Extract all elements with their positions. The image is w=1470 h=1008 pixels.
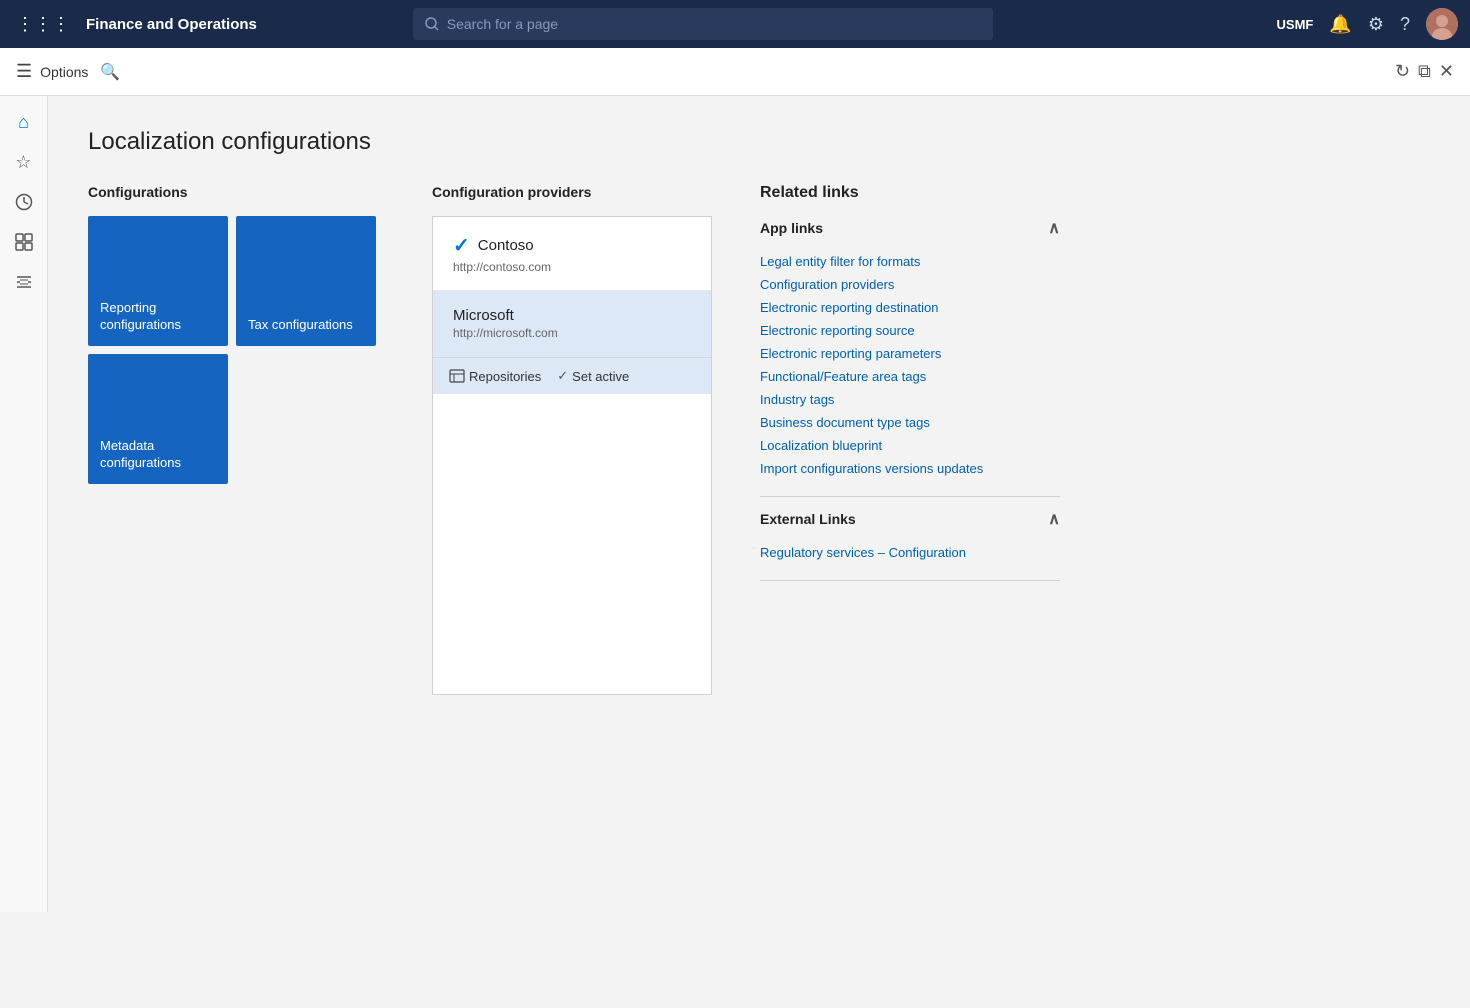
configurations-section: Configurations Reporting configurations … bbox=[88, 184, 408, 484]
search-icon bbox=[425, 17, 439, 31]
link-er-parameters[interactable]: Electronic reporting parameters bbox=[760, 342, 1060, 365]
app-grid-icon[interactable]: ⋮⋮⋮ bbox=[12, 10, 74, 39]
sidebar-item-home[interactable]: ⌂ bbox=[6, 104, 42, 140]
external-links-group-title[interactable]: External Links ∧ bbox=[760, 509, 1060, 529]
provider-contoso[interactable]: ✓ Contoso http://contoso.com bbox=[433, 217, 711, 291]
link-legal-entity[interactable]: Legal entity filter for formats bbox=[760, 250, 1060, 273]
options-bar: ☰ Options 🔍 ↻ ⧉ ✕ bbox=[0, 48, 1470, 96]
providers-title: Configuration providers bbox=[432, 184, 712, 200]
page-title: Localization configurations bbox=[88, 128, 1430, 156]
app-title: Finance and Operations bbox=[86, 16, 257, 33]
links-divider bbox=[760, 496, 1060, 497]
options-bar-controls: ↻ ⧉ ✕ bbox=[1395, 61, 1454, 82]
provider-microsoft-url: http://microsoft.com bbox=[453, 326, 691, 340]
provider-microsoft-name: Microsoft bbox=[453, 307, 691, 324]
link-er-destination[interactable]: Electronic reporting destination bbox=[760, 296, 1060, 319]
provider-list: ✓ Contoso http://contoso.com Microsoft h… bbox=[432, 216, 712, 695]
repositories-icon bbox=[449, 368, 465, 384]
related-links-title: Related links bbox=[760, 184, 1060, 202]
company-label: USMF bbox=[1277, 17, 1314, 32]
external-links-collapse-icon[interactable]: ∧ bbox=[1048, 509, 1060, 529]
close-icon[interactable]: ✕ bbox=[1439, 61, 1454, 82]
top-navbar: ⋮⋮⋮ Finance and Operations USMF 🔔 ⚙ ? bbox=[0, 0, 1470, 48]
app-links-group-title[interactable]: App links ∧ bbox=[760, 218, 1060, 238]
help-icon[interactable]: ? bbox=[1400, 14, 1410, 35]
provider-list-empty-area bbox=[433, 394, 711, 694]
provider-contoso-name: ✓ Contoso bbox=[453, 233, 691, 258]
link-er-source[interactable]: Electronic reporting source bbox=[760, 319, 1060, 342]
configurations-title: Configurations bbox=[88, 184, 408, 200]
refresh-icon[interactable]: ↻ bbox=[1395, 61, 1410, 82]
search-input[interactable] bbox=[447, 16, 981, 32]
set-active-check-icon: ✓ bbox=[557, 368, 568, 384]
active-check-icon: ✓ bbox=[453, 233, 470, 258]
link-regulatory-services[interactable]: Regulatory services – Configuration bbox=[760, 541, 1060, 564]
sidebar-item-workspaces[interactable] bbox=[6, 224, 42, 260]
tile-tax[interactable]: Tax configurations bbox=[236, 216, 376, 346]
sidebar-item-modules[interactable] bbox=[6, 264, 42, 300]
link-functional-tags[interactable]: Functional/Feature area tags bbox=[760, 365, 1060, 388]
tile-reporting[interactable]: Reporting configurations bbox=[88, 216, 228, 346]
sidebar-item-recent[interactable] bbox=[6, 184, 42, 220]
avatar[interactable] bbox=[1426, 8, 1458, 40]
link-localization-blueprint[interactable]: Localization blueprint bbox=[760, 434, 1060, 457]
provider-actions: Repositories ✓ Set active bbox=[433, 357, 711, 394]
external-links-list: Regulatory services – Configuration bbox=[760, 541, 1060, 564]
app-links-collapse-icon[interactable]: ∧ bbox=[1048, 218, 1060, 238]
tile-metadata[interactable]: Metadata configurations bbox=[88, 354, 228, 484]
link-industry-tags[interactable]: Industry tags bbox=[760, 388, 1060, 411]
options-search-icon[interactable]: 🔍 bbox=[100, 62, 120, 82]
app-links-list: Legal entity filter for formats Configur… bbox=[760, 250, 1060, 480]
hamburger-icon[interactable]: ☰ bbox=[16, 61, 32, 82]
set-active-button[interactable]: ✓ Set active bbox=[557, 368, 629, 384]
link-business-doc-tags[interactable]: Business document type tags bbox=[760, 411, 1060, 434]
open-in-new-icon[interactable]: ⧉ bbox=[1418, 61, 1431, 82]
external-links-divider bbox=[760, 580, 1060, 581]
provider-microsoft[interactable]: Microsoft http://microsoft.com bbox=[433, 291, 711, 357]
notifications-icon[interactable]: 🔔 bbox=[1329, 14, 1351, 35]
search-bar[interactable] bbox=[413, 8, 993, 40]
left-sidebar: ⌂ ☆ bbox=[0, 96, 48, 912]
settings-icon[interactable]: ⚙ bbox=[1368, 14, 1384, 35]
options-label: Options bbox=[40, 64, 88, 80]
repositories-button[interactable]: Repositories bbox=[449, 368, 541, 384]
related-links-section: Related links App links ∧ Legal entity f… bbox=[760, 184, 1060, 593]
providers-section: Configuration providers ✓ Contoso http:/… bbox=[432, 184, 712, 695]
tiles-grid: Reporting configurations Tax configurati… bbox=[88, 216, 408, 484]
link-config-providers[interactable]: Configuration providers bbox=[760, 273, 1060, 296]
sidebar-item-favorites[interactable]: ☆ bbox=[6, 144, 42, 180]
provider-contoso-url: http://contoso.com bbox=[453, 260, 691, 274]
main-content: Localization configurations Configuratio… bbox=[48, 96, 1470, 912]
link-import-configs[interactable]: Import configurations versions updates bbox=[760, 457, 1060, 480]
top-nav-right: USMF 🔔 ⚙ ? bbox=[1277, 8, 1458, 40]
content-row: Configurations Reporting configurations … bbox=[88, 184, 1430, 695]
